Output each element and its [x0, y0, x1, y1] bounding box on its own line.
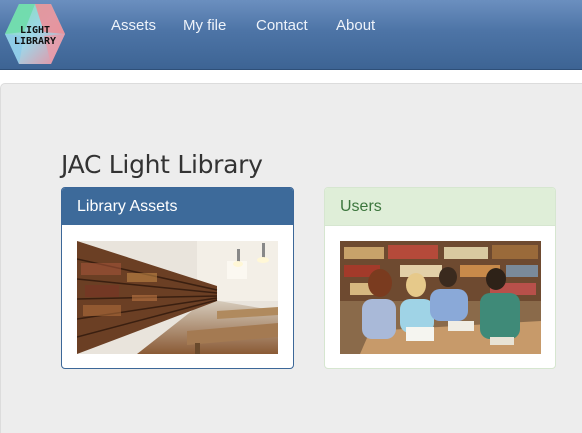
nav-item-assets[interactable]: Assets	[111, 17, 156, 34]
library-assets-heading[interactable]: Library Assets	[62, 188, 293, 225]
users-panel[interactable]: Users	[324, 187, 556, 369]
users-heading[interactable]: Users	[325, 188, 555, 226]
top-navbar: LIGHT LIBRARY Assets My file Contact Abo…	[0, 0, 582, 70]
nav-item-about[interactable]: About	[336, 17, 375, 34]
logo-text-line1: LIGHT	[20, 25, 50, 36]
students-studying-image[interactable]	[340, 241, 541, 354]
nav-item-contact[interactable]: Contact	[256, 17, 308, 34]
library-bookshelves-image[interactable]	[77, 241, 278, 354]
nav-item-my-file[interactable]: My file	[183, 17, 226, 34]
logo-text-line2: LIBRARY	[14, 36, 56, 47]
page-title: JAC Light Library	[61, 150, 263, 179]
light-library-logo[interactable]: LIGHT LIBRARY	[4, 2, 66, 66]
library-assets-panel[interactable]: Library Assets	[61, 187, 294, 369]
